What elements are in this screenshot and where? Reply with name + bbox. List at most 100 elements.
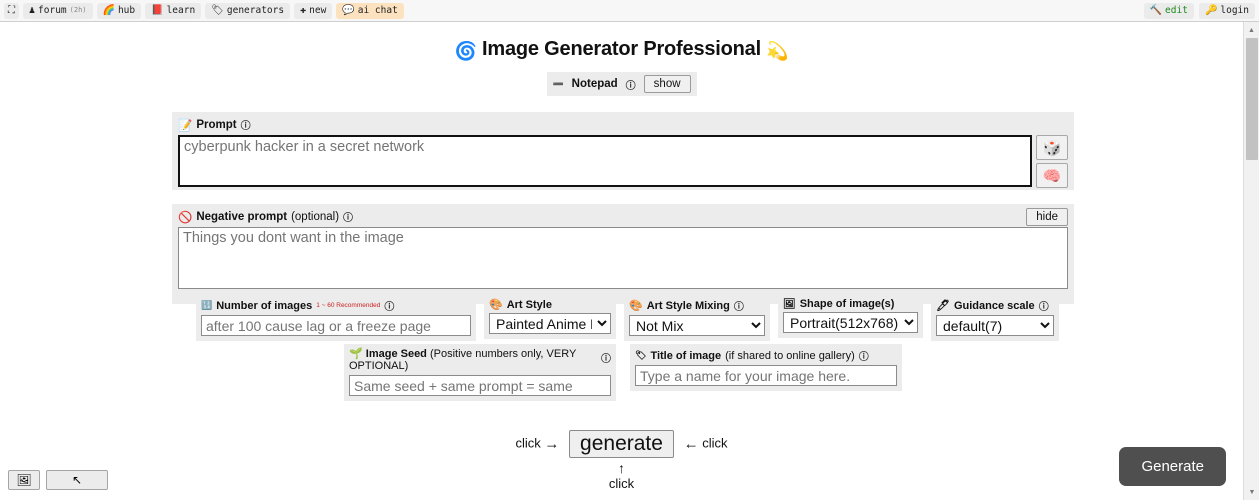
title-of-image-input[interactable]: [635, 365, 897, 386]
seedling-icon: 🌱: [349, 348, 363, 360]
number-of-images-info-icon[interactable]: ⓘ: [384, 298, 394, 313]
negative-prompt-panel: 🚫 Negative prompt (optional) ⓘ hide: [172, 204, 1074, 304]
number-of-images-field: 🔢 Number of images 1 ~ 60 Recommended ⓘ: [196, 294, 476, 341]
prompt-side-buttons: 🎲 🧠: [1036, 135, 1068, 188]
nav-learn-button[interactable]: 📕 learn: [145, 2, 202, 19]
number-of-images-label-row: 🔢 Number of images 1 ~ 60 Recommended ⓘ: [201, 298, 471, 314]
prompt-input-row: 🎲 🧠: [178, 135, 1068, 188]
hammer-icon: 🔨: [1149, 4, 1163, 16]
guidance-scale-select[interactable]: default(7): [936, 315, 1054, 336]
nav-hub-button[interactable]: 🌈 hub: [96, 2, 142, 19]
art-style-mixing-select[interactable]: Not Mix: [629, 315, 765, 336]
notepad-bar: ➖ Notepad ⓘ show: [546, 72, 697, 96]
notepad-dash-icon: ➖: [552, 78, 564, 89]
notepad-label: Notepad: [571, 78, 618, 90]
guidance-scale-field: 🖊 Guidance scale ⓘ default(7): [931, 294, 1059, 341]
title-of-image-field: 🏷 Title of image (if shared to online ga…: [630, 344, 902, 391]
negative-prompt-info-icon[interactable]: ⓘ: [343, 209, 353, 224]
swirl-icon: 🌀: [454, 41, 477, 61]
title-of-image-label-row: 🏷 Title of image (if shared to online ga…: [635, 348, 897, 364]
art-style-mixing-info-icon[interactable]: ⓘ: [734, 298, 744, 313]
generate-hint-below-text: click: [608, 476, 635, 491]
generate-button[interactable]: generate: [569, 430, 674, 458]
art-style-mixing-label: Art Style Mixing: [646, 299, 730, 312]
nav-forum-button[interactable]: ♟ forum (2h): [23, 2, 93, 19]
nav-new-button[interactable]: ✚ new: [294, 2, 333, 19]
arrow-left-icon: ←: [683, 435, 699, 453]
label-icon: 🏷: [635, 350, 647, 360]
arrow-up-icon: ↑: [618, 460, 625, 476]
negative-prompt-hide-button[interactable]: hide: [1026, 208, 1068, 226]
plus-icon: ✚: [300, 4, 307, 16]
art-style-mixing-label-row: 🎨 Art Style Mixing ⓘ: [629, 298, 765, 314]
image-seed-input[interactable]: [349, 375, 611, 396]
image-seed-label-row: 🌱 Image Seed (Positive numbers only, VER…: [349, 348, 611, 372]
options-row-primary: 🔢 Number of images 1 ~ 60 Recommended ⓘ …: [196, 294, 1059, 341]
vertical-scrollbar[interactable]: ▲ ▼: [1243, 22, 1259, 500]
prompt-info-icon[interactable]: ⓘ: [241, 117, 251, 132]
guidance-scale-info-icon[interactable]: ⓘ: [1039, 298, 1049, 313]
taskbar-image-window-button[interactable]: 🖼: [8, 470, 40, 490]
guidance-scale-label: Guidance scale: [953, 299, 1035, 312]
title-of-image-label: Title of image: [650, 349, 722, 362]
nav-edit-button[interactable]: 🔨 edit: [1143, 2, 1194, 19]
number-of-images-input[interactable]: [201, 315, 471, 336]
prompt-panel: 📝 Prompt ⓘ 🎲 🧠: [172, 112, 1074, 190]
options-row-secondary: 🌱 Image Seed (Positive numbers only, VER…: [344, 344, 902, 401]
art-style-select[interactable]: Painted Anime Pl: [489, 313, 611, 334]
nav-login-button[interactable]: 🔑 login: [1198, 2, 1255, 19]
prompt-label-row: 📝 Prompt ⓘ: [178, 117, 1068, 133]
scrollbar-down-arrow[interactable]: ▼: [1244, 484, 1259, 500]
nav-right-group: 🔨 edit 🔑 login: [1143, 2, 1255, 19]
enhance-brain-button[interactable]: 🧠: [1036, 163, 1068, 188]
nav-login-label: login: [1220, 4, 1249, 16]
art-style-field: 🎨 Art Style Painted Anime Pl: [484, 294, 616, 339]
negative-prompt-input[interactable]: [178, 227, 1068, 289]
nav-generators-button[interactable]: 🏷 generators: [205, 2, 291, 19]
generate-hint-right-text: click: [702, 435, 728, 451]
page-title-text: Image Generator Professional: [482, 38, 761, 60]
memo-icon: 📝: [178, 119, 193, 132]
notepad-info-icon[interactable]: ⓘ: [626, 77, 636, 92]
page-title: 🌀 Image Generator Professional 💫: [0, 38, 1243, 62]
floating-generate-button[interactable]: Generate: [1119, 447, 1226, 486]
generate-hint-left-text: click: [515, 435, 541, 451]
key-icon: 🔑: [1204, 4, 1218, 16]
pen-icon: 🖊: [936, 300, 950, 312]
grid-icon: ⛶: [8, 4, 15, 16]
image-seed-info-icon[interactable]: ⓘ: [601, 354, 611, 366]
page-content: 🌀 Image Generator Professional 💫 ➖ Notep…: [0, 22, 1243, 500]
image-window-icon: 🖼: [16, 473, 32, 487]
prompt-input[interactable]: [178, 135, 1032, 187]
nav-grid-button[interactable]: ⛶: [4, 2, 19, 19]
nav-hub-label: hub: [117, 4, 136, 16]
prompt-label: Prompt: [196, 118, 237, 131]
number-of-images-hint: 1 ~ 60 Recommended: [316, 302, 381, 309]
nav-forum-sublabel: (2h): [69, 6, 87, 14]
prohibited-icon: 🚫: [178, 211, 193, 224]
sparkle-icon: 💫: [766, 41, 789, 61]
notepad-show-button[interactable]: show: [643, 75, 691, 93]
shape-of-images-field: 🖼 Shape of image(s) Portrait(512x768): [778, 294, 923, 338]
top-navigation-bar: ⛶ ♟ forum (2h) 🌈 hub 📕 learn 🏷 generator…: [0, 0, 1259, 22]
nav-ai-chat-button[interactable]: 💬 ai chat: [336, 2, 404, 19]
shape-of-images-label-row: 🖼 Shape of image(s): [783, 298, 918, 310]
forum-icon: ♟: [29, 4, 36, 16]
arrow-right-icon: →: [544, 435, 560, 453]
shape-of-images-select[interactable]: Portrait(512x768): [783, 312, 918, 333]
brain-icon: 🧠: [1042, 167, 1062, 185]
art-style-label-row: 🎨 Art Style: [489, 298, 611, 312]
number-of-images-label: Number of images: [216, 299, 313, 312]
nav-edit-label: edit: [1165, 4, 1188, 16]
title-of-image-label-note: (if shared to online gallery): [725, 349, 855, 362]
scrollbar-up-arrow[interactable]: ▲: [1244, 22, 1259, 38]
counter-icon: 🔢: [201, 300, 213, 310]
random-dice-button[interactable]: 🎲: [1036, 135, 1068, 160]
scrollbar-thumb[interactable]: [1246, 38, 1258, 160]
negative-prompt-label: Negative prompt: [196, 210, 288, 223]
negative-prompt-label-note: (optional): [291, 210, 340, 223]
taskbar-cursor-button[interactable]: ↖: [46, 470, 108, 490]
title-of-image-info-icon[interactable]: ⓘ: [859, 348, 869, 363]
tag-icon: 🏷: [211, 4, 224, 16]
shape-of-images-label: Shape of image(s): [799, 298, 895, 310]
